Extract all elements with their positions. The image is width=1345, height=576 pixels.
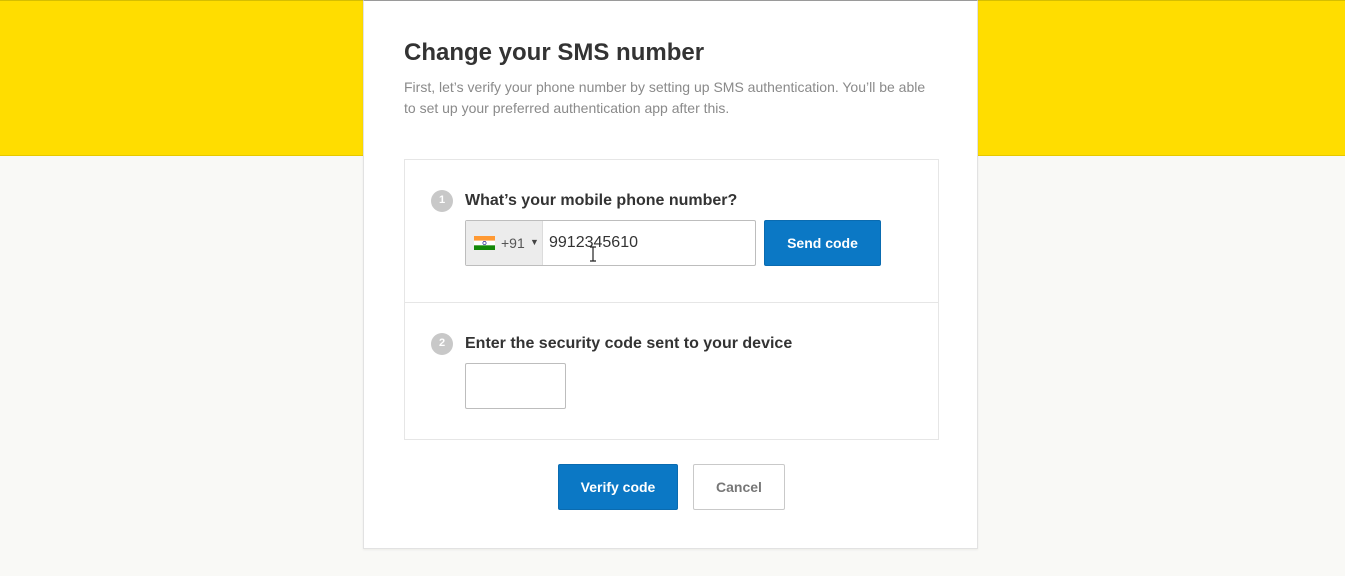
verify-code-button[interactable]: Verify code [558,464,678,510]
cancel-button[interactable]: Cancel [693,464,785,510]
dial-code: +91 [501,235,525,251]
security-code-input[interactable] [465,363,566,409]
country-code-selector[interactable]: +91 ▼ [466,221,543,265]
step-number-badge: 2 [431,333,453,355]
step-phone-number: 1 What’s your mobile phone number? +91 ▼ [405,160,938,303]
page-title: Change your SMS number [404,39,705,66]
step-label: What’s your mobile phone number? [465,192,738,209]
phone-number-input[interactable] [543,221,755,265]
step-label: Enter the security code sent to your dev… [465,335,793,352]
phone-number-field: +91 ▼ [465,220,756,266]
step-number-badge: 1 [431,190,453,212]
page-subtitle: First, let’s verify your phone number by… [404,79,926,116]
steps-panel: 1 What’s your mobile phone number? +91 ▼ [404,159,939,440]
india-flag-icon [474,236,495,250]
sms-change-card: Change your SMS number First, let’s veri… [363,0,978,549]
send-code-button[interactable]: Send code [764,220,881,266]
step-security-code: 2 Enter the security code sent to your d… [405,303,938,439]
caret-down-icon: ▼ [530,237,539,247]
